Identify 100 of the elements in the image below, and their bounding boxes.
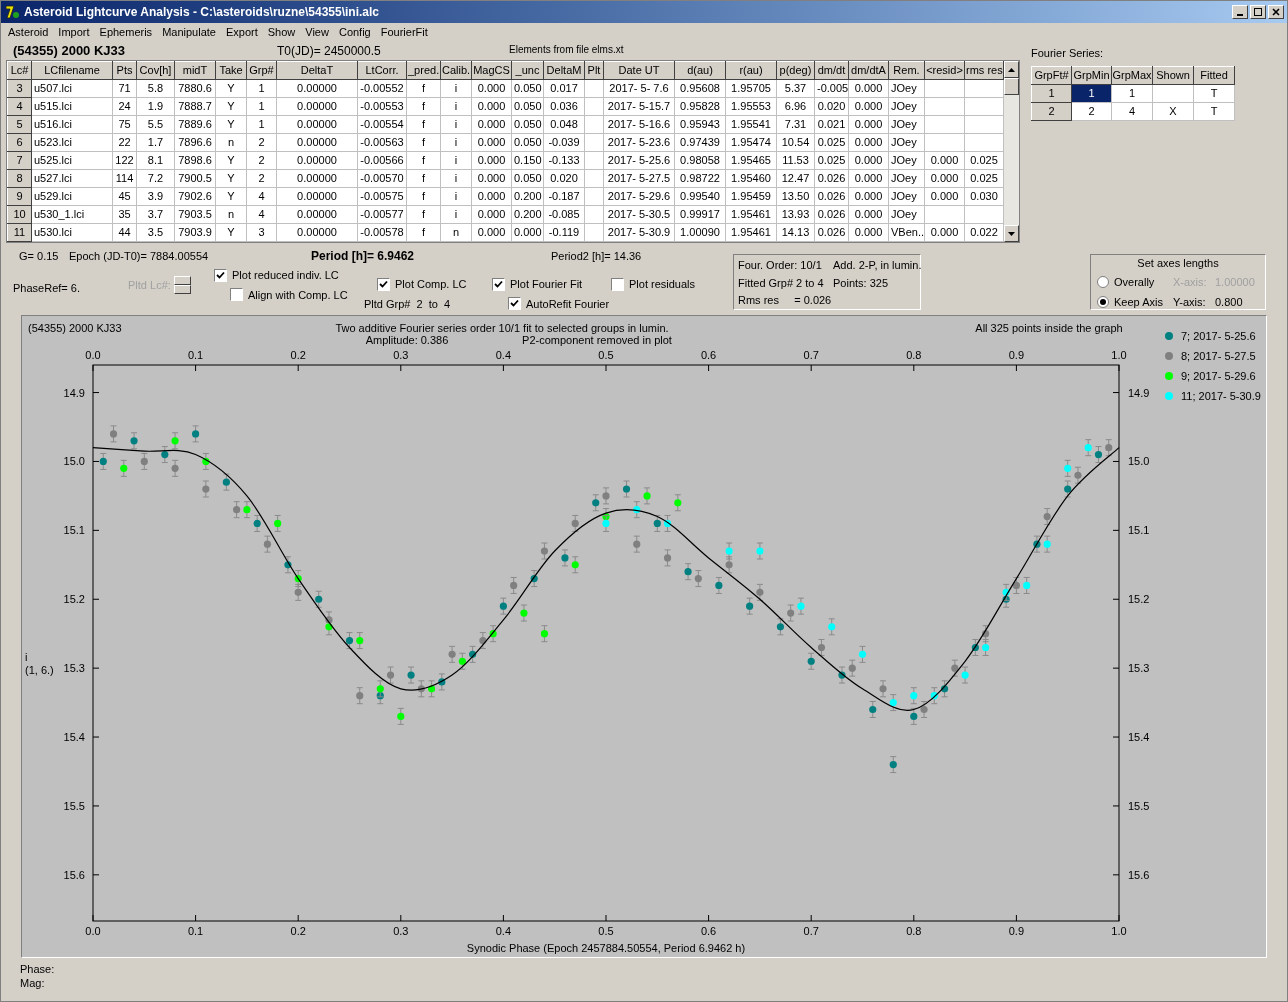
column-header[interactable]: MagCS xyxy=(471,61,512,80)
column-header[interactable]: LtCorr. xyxy=(357,61,407,80)
close-icon xyxy=(1272,8,1280,16)
tick-label: 0.8 xyxy=(906,349,922,361)
scrollbar[interactable] xyxy=(1004,61,1019,242)
column-header[interactable]: p(deg) xyxy=(776,61,815,80)
radio-button[interactable]: Overally xyxy=(1097,273,1173,290)
table-cell: 0.00000 xyxy=(276,169,358,188)
maximize-button[interactable] xyxy=(1250,5,1266,19)
y-axis-value: 0.800 xyxy=(1215,295,1244,310)
table-cell: 4 xyxy=(246,187,277,206)
table-cell: 0.000 xyxy=(924,223,965,242)
data-point xyxy=(202,452,210,470)
column-header[interactable]: Date UT xyxy=(603,61,675,80)
data-point xyxy=(407,666,415,684)
close-button[interactable] xyxy=(1268,5,1284,19)
column-header[interactable]: Shown xyxy=(1152,66,1194,84)
menu-item[interactable]: Import xyxy=(53,24,95,41)
menu-item[interactable]: Ephemeris xyxy=(94,24,158,41)
table-cell: f xyxy=(406,79,441,98)
column-header[interactable]: Lc# xyxy=(7,61,32,80)
column-header[interactable]: r(au) xyxy=(725,61,777,80)
menu-item[interactable]: FourierFit xyxy=(375,24,433,41)
checkbox[interactable]: AutoRefit Fourier xyxy=(508,295,611,312)
checkbox[interactable]: Align with Comp. LC xyxy=(230,286,364,303)
minimize-button[interactable] xyxy=(1232,5,1248,19)
table-cell: 0.000 xyxy=(471,79,512,98)
table-cell: 0.050 xyxy=(511,79,544,98)
table-cell xyxy=(584,79,604,98)
column-header[interactable]: <resid> xyxy=(924,61,965,80)
point xyxy=(756,547,764,555)
column-header[interactable]: DeltaM xyxy=(543,61,585,80)
data-point xyxy=(1043,508,1051,526)
tick-label: 0.4 xyxy=(495,349,512,361)
table-cell: f xyxy=(406,97,441,116)
table-cell xyxy=(584,187,604,206)
table-cell: 0.050 xyxy=(511,169,544,188)
point xyxy=(1084,444,1092,452)
table-cell: 0.026 xyxy=(814,223,849,242)
tick-label: 15.5 xyxy=(63,799,85,812)
column-header[interactable]: d(au) xyxy=(674,61,726,80)
menu-item[interactable]: View xyxy=(300,24,334,41)
point xyxy=(602,519,610,528)
data-point xyxy=(1033,535,1041,553)
column-header[interactable]: Cov[h] xyxy=(136,61,175,80)
menu-item[interactable]: Manipulate xyxy=(157,24,221,41)
table-cell: i xyxy=(440,151,472,170)
point xyxy=(376,685,384,693)
point xyxy=(674,499,682,507)
data-point xyxy=(489,625,497,643)
table-cell: 2 xyxy=(246,169,277,188)
point xyxy=(982,643,990,652)
point xyxy=(848,664,856,672)
menu-item[interactable]: Show xyxy=(262,24,301,41)
table-cell xyxy=(584,205,604,224)
column-header[interactable]: GrpMin xyxy=(1071,66,1112,84)
column-header[interactable]: Pts xyxy=(112,61,137,80)
menu-item[interactable]: Export xyxy=(220,24,263,41)
menu-item[interactable]: Config xyxy=(333,24,376,41)
column-header[interactable]: _pred. xyxy=(406,61,441,80)
data-point xyxy=(438,673,446,691)
column-header[interactable]: rms res xyxy=(964,61,1004,80)
checkbox[interactable]: Plot residuals xyxy=(611,276,696,293)
point xyxy=(1043,540,1051,548)
table-cell: 5.5 xyxy=(136,115,175,134)
column-header[interactable]: LCfilename xyxy=(31,61,113,80)
table-cell: 0.00000 xyxy=(276,79,358,98)
column-header[interactable]: Grp# xyxy=(246,61,277,80)
column-header[interactable]: Fitted xyxy=(1193,66,1235,84)
legend-label: 7; 2017- 5-25.6 xyxy=(1181,330,1256,342)
data-point xyxy=(540,542,549,560)
column-header[interactable]: GrpMax xyxy=(1111,66,1153,84)
column-header[interactable]: dm/dtA xyxy=(848,61,889,80)
column-header[interactable]: GrpFt# xyxy=(1031,66,1072,84)
table-cell: 0.000 xyxy=(848,97,889,116)
table-cell: 4 xyxy=(246,205,277,224)
table-cell: u530.lci xyxy=(31,223,113,242)
checkbox[interactable]: Plot Comp. LC xyxy=(377,276,492,293)
column-header[interactable]: Calib. xyxy=(440,61,472,80)
column-header[interactable]: DeltaT xyxy=(276,61,358,80)
column-header[interactable]: midT xyxy=(174,61,216,80)
data-point xyxy=(109,425,118,443)
column-header[interactable]: _unc xyxy=(511,61,544,80)
menu-item[interactable]: Asteroid xyxy=(3,24,54,41)
column-header[interactable]: Rem. xyxy=(888,61,925,80)
table-cell: 2017- 5-23.6 xyxy=(603,133,675,152)
tick-label: 1.0 xyxy=(1111,349,1127,361)
scrollbar-thumb[interactable] xyxy=(1004,78,1019,95)
column-header[interactable]: dm/dt xyxy=(814,61,849,80)
table-cell: 7889.6 xyxy=(174,115,216,134)
column-header[interactable]: Take xyxy=(215,61,247,80)
data-point xyxy=(756,583,764,601)
chart-subtitle: Amplitude: 0.386 xyxy=(365,334,449,346)
data-point xyxy=(161,446,169,464)
radio-button[interactable]: Keep Axis xyxy=(1097,294,1173,311)
checkbox[interactable]: Plot Fourier Fit xyxy=(492,276,611,293)
table-cell: 1.95474 xyxy=(725,133,777,152)
checkbox[interactable]: Plot reduced indiv. LC xyxy=(214,267,364,284)
data-point xyxy=(540,625,549,643)
table-cell: Y xyxy=(215,115,247,134)
